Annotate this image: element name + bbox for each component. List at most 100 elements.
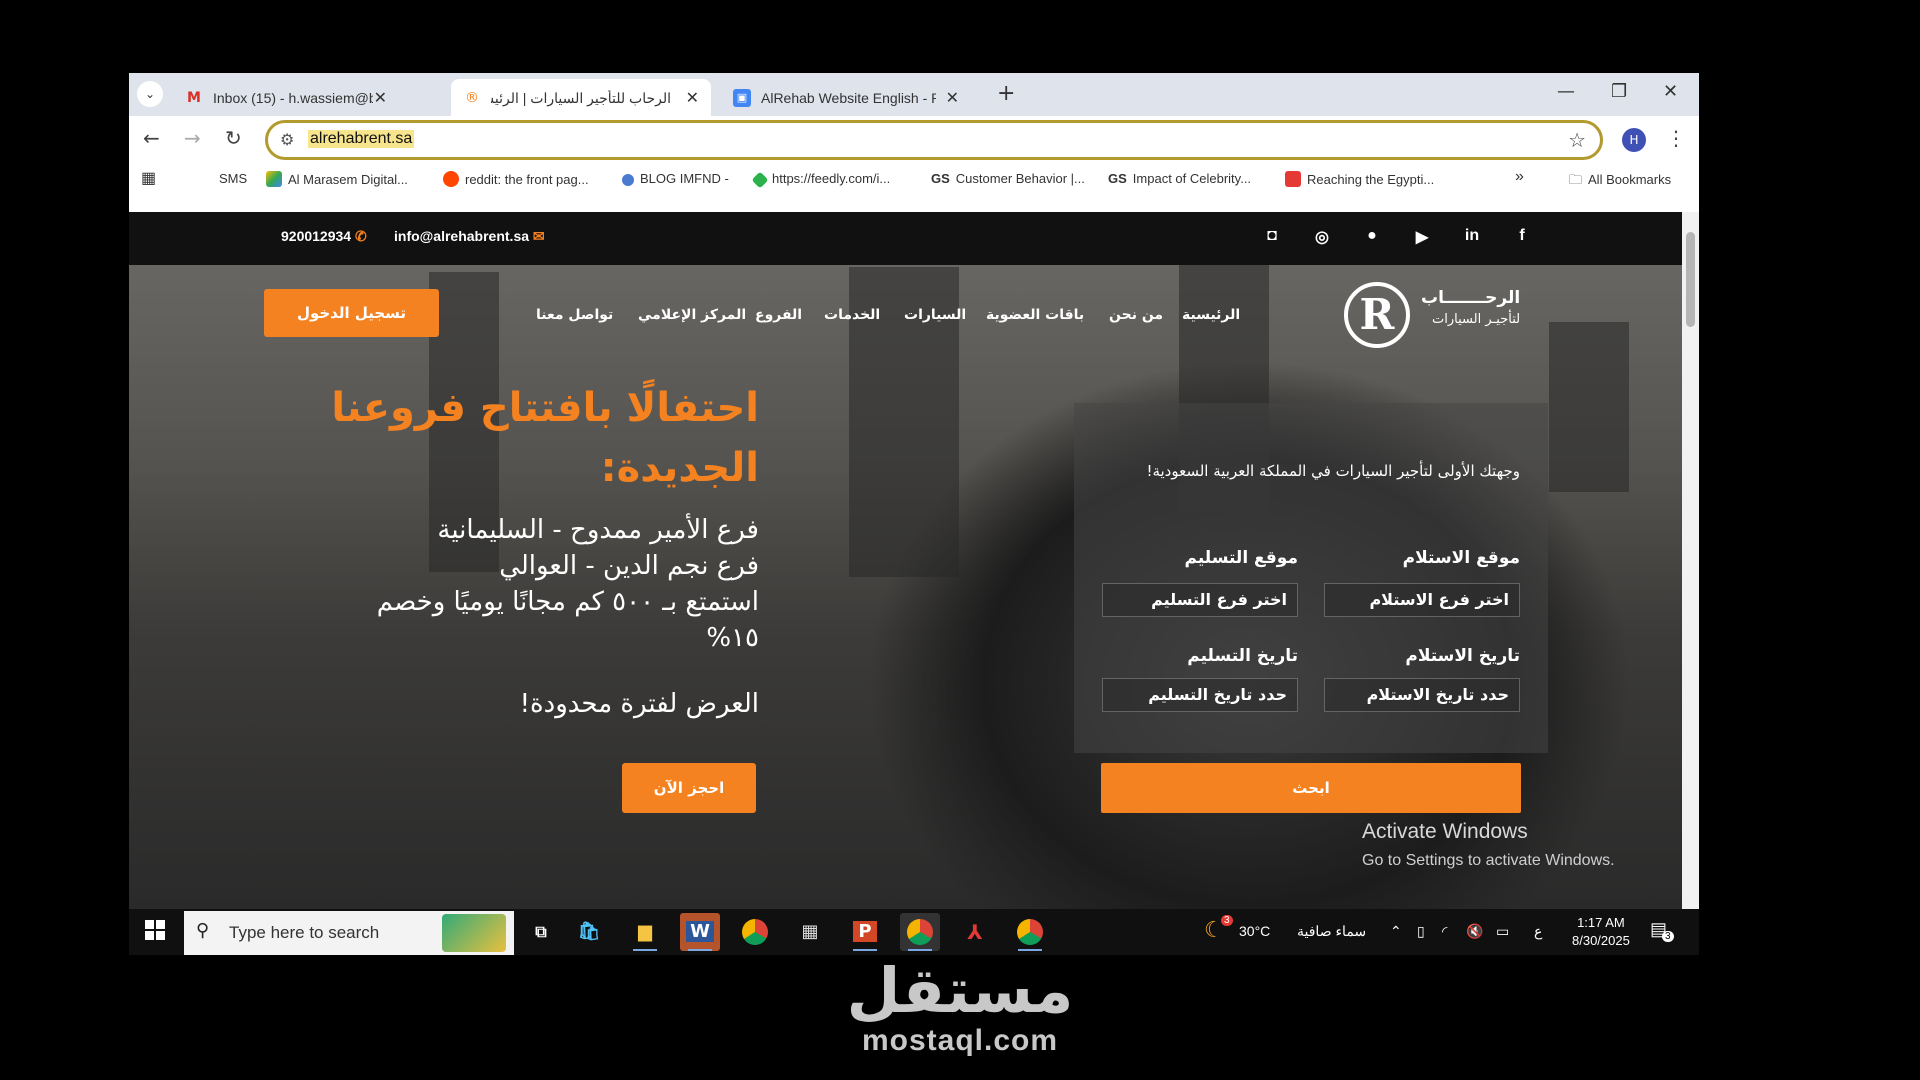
phone-contact[interactable]: 920012934 ✆	[281, 228, 367, 245]
more-bookmarks-button[interactable]: »	[1515, 168, 1524, 186]
clock[interactable]: 1:17 AM 8/30/2025	[1572, 914, 1630, 950]
calculator-icon[interactable]: ▦	[790, 913, 830, 951]
active-indicator	[908, 949, 932, 951]
snapchat-icon[interactable]: ◘	[1261, 227, 1283, 249]
clock-time: 1:17 AM	[1577, 915, 1625, 930]
volume-muted-icon[interactable]: 🔇	[1466, 923, 1483, 940]
language-indicator[interactable]: ع	[1534, 923, 1542, 940]
taskbar-search-placeholder: Type here to search	[229, 923, 380, 942]
store-icon[interactable]: 🛍	[569, 913, 609, 951]
page-scrollbar[interactable]	[1682, 212, 1699, 909]
book-now-button[interactable]: احجز الآن	[622, 763, 756, 813]
battery-icon[interactable]: ▭	[1496, 923, 1509, 940]
facebook-icon[interactable]: f	[1511, 227, 1533, 249]
tray-device-icon[interactable]: ▯	[1417, 923, 1425, 940]
login-button[interactable]: تسجيل الدخول	[264, 289, 439, 337]
scrollbar-thumb[interactable]	[1686, 232, 1695, 327]
address-bar[interactable]: ⚙ alrehabrent.sa ☆	[265, 120, 1603, 160]
phone-icon: ✆	[354, 228, 367, 244]
close-tab-icon[interactable]: ✕	[686, 88, 699, 107]
logo-tagline: لتأجيـر السيارات	[1432, 312, 1521, 327]
logo-mark[interactable]: R	[1344, 282, 1410, 348]
powerpoint-icon[interactable]: P	[845, 913, 885, 951]
taskbar-search[interactable]: ⚲ Type here to search	[184, 911, 514, 955]
start-button[interactable]	[145, 920, 165, 940]
chrome-alt-icon[interactable]	[1010, 913, 1050, 951]
blog-icon	[622, 174, 634, 186]
instagram-icon[interactable]: ◎	[1311, 227, 1333, 249]
menu-icon[interactable]: ⋮	[1666, 126, 1686, 150]
bookmark-reddit[interactable]: reddit: the front pag...	[443, 171, 589, 187]
hero-offer-text: فرع الأمير ممدوح - السليمانية فرع نجم ال…	[329, 512, 759, 656]
tab-gmail[interactable]: M Inbox (15) - h.wassiem@bblabs ✕	[173, 79, 399, 116]
pickup-date-label: تاريخ الاستلام	[1405, 646, 1520, 666]
bookmark-blog[interactable]: BLOG IMFND -	[622, 171, 729, 186]
offer-line: استمتع بـ ٥٠٠ كم مجانًا يوميًا وخصم ١٥%	[376, 587, 759, 653]
nav-cars[interactable]: السيارات	[904, 307, 966, 323]
nav-memberships[interactable]: باقات العضوية	[986, 307, 1084, 323]
tab-alrehab[interactable]: ® الرحاب للتأجير السيارات | الرئيسية ✕	[451, 79, 711, 116]
bookmark-customer[interactable]: GS Customer Behavior |...	[931, 171, 1085, 186]
all-bookmarks-button[interactable]: 🗀 All Bookmarks	[1569, 171, 1671, 193]
weather-temperature[interactable]: 30°C	[1239, 923, 1270, 939]
restore-icon[interactable]: ❐	[1611, 81, 1627, 102]
nav-contact[interactable]: تواصل معنا	[536, 307, 613, 323]
nav-branches[interactable]: الفروع	[755, 307, 802, 323]
chrome-icon[interactable]	[735, 913, 775, 951]
windows-logo-pane	[145, 931, 154, 940]
dropoff-date-field[interactable]: حدد تاريخ التسليم	[1102, 678, 1298, 712]
weather-description[interactable]: سماء صافية	[1297, 923, 1366, 940]
windows-logo-pane	[145, 920, 154, 929]
limited-offer-text: العرض لفترة محدودة!	[519, 689, 759, 719]
bookmark-label: Impact of Celebrity...	[1132, 171, 1252, 186]
bookmark-label: BLOG IMFND -	[640, 171, 729, 186]
bookmark-egypt[interactable]: Reaching the Egypti...	[1285, 171, 1434, 187]
url-text[interactable]: alrehabrent.sa	[308, 130, 415, 148]
acrobat-icon[interactable]: ⅄	[955, 913, 995, 951]
bookmark-star-icon[interactable]: ☆	[1568, 128, 1586, 152]
search-intro: وجهتك الأولى لتأجير السيارات في المملكة …	[1146, 462, 1520, 480]
close-tab-icon[interactable]: ✕	[374, 88, 387, 107]
close-tab-icon[interactable]: ✕	[946, 88, 959, 107]
bookmark-label: https://feedly.com/i...	[772, 171, 891, 186]
pickup-date-field[interactable]: حدد تاريخ الاستلام	[1324, 678, 1520, 712]
contact-bar: 920012934 ✆ info@alrehabrent.sa ✉ ◘ ◎ ● …	[129, 212, 1682, 265]
email-contact[interactable]: info@alrehabrent.sa ✉	[394, 228, 545, 245]
tray-chevron-icon[interactable]: ⌃	[1390, 923, 1402, 940]
site-info-icon[interactable]: ⚙	[280, 130, 294, 149]
chrome-profile-icon[interactable]	[900, 913, 940, 951]
drive-icon	[266, 171, 282, 187]
youtube-icon[interactable]: ▶	[1411, 227, 1433, 249]
apps-grid-icon[interactable]: ▦	[141, 168, 156, 188]
clock-date: 8/30/2025	[1572, 933, 1630, 948]
forward-icon[interactable]: →	[184, 126, 201, 150]
profile-avatar[interactable]: H	[1622, 128, 1646, 152]
wifi-icon[interactable]: ◜	[1442, 923, 1447, 940]
file-explorer-icon[interactable]: ▆	[625, 913, 665, 951]
new-tab-button[interactable]: +	[997, 81, 1015, 106]
dropoff-branch-select[interactable]: اختر فرع التسليم	[1102, 583, 1298, 617]
browser-window: ⌄ M Inbox (15) - h.wassiem@bblabs ✕ ® ال…	[129, 73, 1699, 955]
close-window-icon[interactable]: ✕	[1663, 81, 1678, 102]
bookmark-sms[interactable]: SMS	[219, 171, 247, 186]
tab-slides[interactable]: ▣ AlRehab Website English - Pres ✕	[721, 79, 971, 116]
reload-icon[interactable]: ↻	[225, 126, 242, 150]
back-icon[interactable]: ←	[143, 126, 160, 150]
tab-search-button[interactable]: ⌄	[137, 81, 163, 107]
nav-home[interactable]: الرئيسية	[1182, 307, 1240, 323]
linkedin-icon[interactable]: in	[1461, 227, 1483, 249]
minimize-icon[interactable]: —	[1557, 81, 1575, 102]
nav-services[interactable]: الخدمات	[824, 307, 880, 323]
bookmark-celebrity[interactable]: GS Impact of Celebrity...	[1108, 171, 1251, 186]
nav-about[interactable]: من نحن	[1109, 307, 1163, 323]
threads-icon[interactable]: ●	[1361, 227, 1383, 249]
bookmark-feedly[interactable]: https://feedly.com/i...	[751, 171, 891, 189]
word-icon[interactable]: W	[680, 913, 720, 951]
task-view-icon[interactable]: ⧉	[521, 913, 561, 951]
nav-media[interactable]: المركز الإعلامي	[638, 307, 746, 323]
pickup-branch-select[interactable]: اختر فرع الاستلام	[1324, 583, 1520, 617]
search-button[interactable]: ابحث	[1101, 763, 1521, 813]
activate-windows-subtitle: Go to Settings to activate Windows.	[1362, 852, 1615, 869]
bookmark-marasem[interactable]: Al Marasem Digital...	[266, 171, 408, 187]
gs-icon: GS	[931, 171, 950, 186]
